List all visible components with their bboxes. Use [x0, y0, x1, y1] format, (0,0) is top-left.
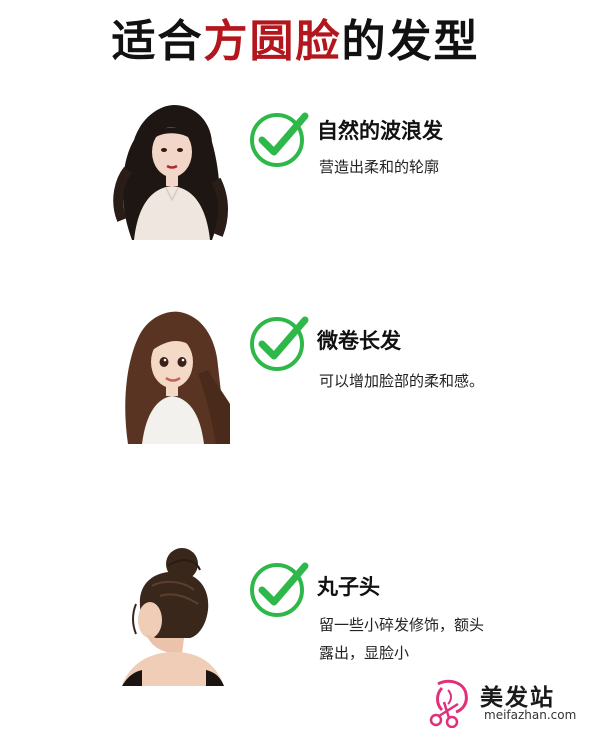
site-logo: 美发站 meifazhan.com: [424, 676, 584, 728]
portrait-bun-hair: [112, 546, 230, 686]
item-title: 丸子头: [317, 575, 380, 599]
item-desc-line-2: 露出，显脸小: [319, 644, 410, 662]
portrait-wavy-hair: [112, 100, 230, 240]
item-title: 自然的波浪发: [317, 119, 443, 143]
check-icon: [250, 562, 309, 617]
portrait-long-curl-hair: [112, 304, 230, 444]
title-part-1: 适合: [111, 16, 204, 67]
item-desc: 可以增加脸部的柔和感。: [319, 372, 485, 390]
check-icon: [250, 112, 309, 167]
title-part-2: 的发型: [341, 16, 480, 67]
logo-url: meifazhan.com: [484, 708, 577, 722]
item-desc-line-1: 留一些小碎发修饰，额头: [319, 616, 485, 634]
check-icon: [250, 316, 309, 371]
scissors-woman-icon: [429, 679, 468, 728]
title-highlight: 方圆脸: [203, 16, 342, 67]
page-title: 适合方圆脸的发型: [0, 14, 591, 70]
item-desc: 营造出柔和的轮廓: [319, 158, 440, 176]
item-title: 微卷长发: [317, 329, 401, 353]
logo-name: 美发站: [480, 685, 555, 711]
